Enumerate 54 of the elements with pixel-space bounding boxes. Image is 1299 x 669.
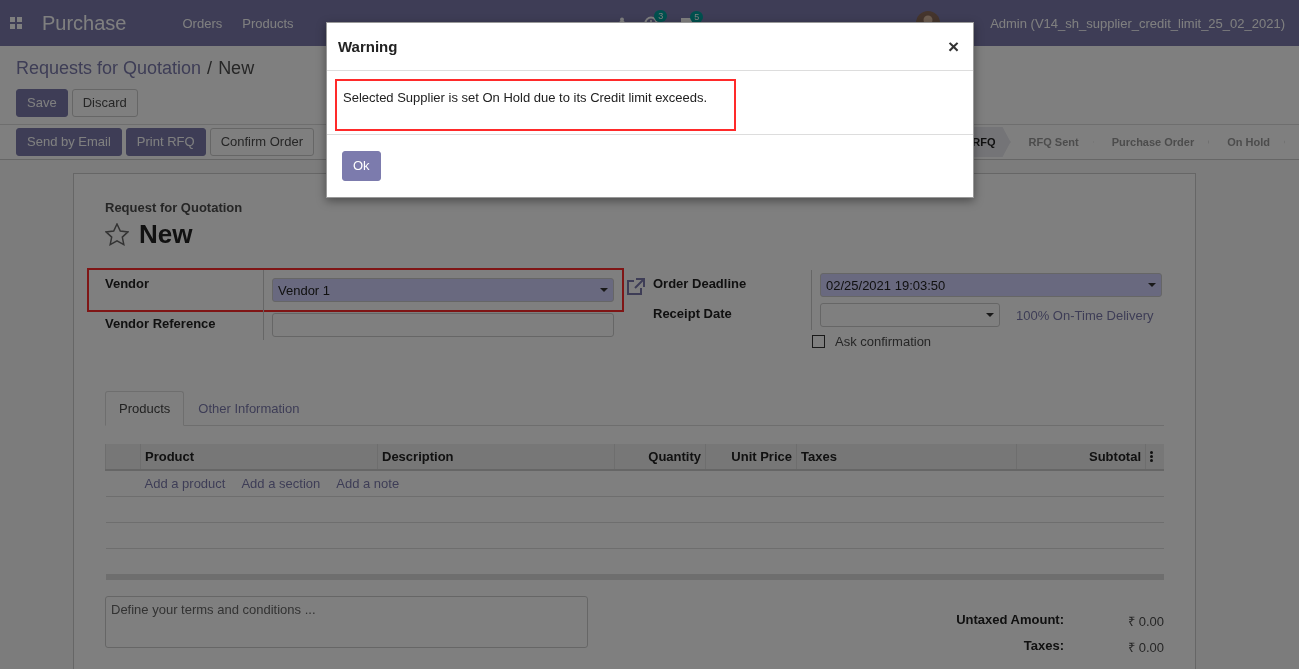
caret-icon xyxy=(986,313,994,317)
column-header[interactable]: Subtotal xyxy=(1016,444,1146,470)
document-type: Request for Quotation xyxy=(105,200,244,215)
action-button[interactable]: Send by Email xyxy=(16,128,122,156)
on-time-link[interactable]: 100% On-Time Delivery xyxy=(1016,307,1154,323)
action-button[interactable]: Print RFQ xyxy=(125,128,206,156)
column-header[interactable]: Description xyxy=(377,444,615,470)
discard-button[interactable]: Discard xyxy=(71,89,138,117)
breadcrumb-link[interactable]: Requests for Quotation xyxy=(16,58,202,79)
count-badge: 5 xyxy=(690,10,704,23)
user-menu[interactable]: Admin (V14_sh_supplier_credit_limit_25_02_2021) xyxy=(990,15,1285,31)
star-icon[interactable] xyxy=(105,223,129,246)
add-line-link[interactable]: Add a product xyxy=(144,476,226,491)
action-button[interactable]: Confirm Order xyxy=(209,128,314,156)
field-label: Vendor Reference xyxy=(105,315,217,331)
add-line-link[interactable]: Add a section xyxy=(241,476,321,491)
caret-icon xyxy=(1148,283,1156,287)
terms-field[interactable]: Define your terms and conditions ... xyxy=(105,596,588,648)
date-field[interactable] xyxy=(820,303,1000,327)
count-badge: 3 xyxy=(654,10,668,22)
field-label: Order Deadline xyxy=(653,275,748,291)
field-label: Receipt Date xyxy=(653,305,733,321)
dialog-title: Warning xyxy=(338,38,398,55)
column-header[interactable]: Product xyxy=(140,444,378,470)
record-title: New xyxy=(139,219,193,250)
kebab-icon[interactable] xyxy=(1150,451,1153,462)
menu-item[interactable]: Orders xyxy=(182,15,223,31)
breadcrumb-separator: / xyxy=(207,58,213,79)
ok-button[interactable]: Ok xyxy=(342,151,381,181)
checkbox-label: Ask confirmation xyxy=(835,334,932,349)
warning-message: Selected Supplier is set On Hold due to its Credit limit exceeds. xyxy=(343,90,708,105)
caret-icon xyxy=(600,288,608,292)
close-button[interactable]: × xyxy=(947,35,959,58)
field-label: Vendor xyxy=(105,275,151,291)
apps-menu-icon[interactable] xyxy=(10,17,22,29)
breadcrumb-current: New xyxy=(218,58,255,79)
total-value: ₹ 0.00 xyxy=(1127,639,1164,656)
total-label: Taxes: xyxy=(1022,638,1065,655)
column-header[interactable]: Unit Price xyxy=(705,444,797,470)
column-header[interactable]: Taxes xyxy=(796,444,1017,470)
total-value: ₹ 0.00 xyxy=(1127,613,1164,630)
total-label: Untaxed Amount: xyxy=(956,612,1065,629)
external-link-icon[interactable] xyxy=(626,278,645,296)
checkbox[interactable] xyxy=(812,335,825,348)
save-button[interactable]: Save xyxy=(16,89,68,117)
menu-item[interactable]: Products xyxy=(242,15,294,31)
text-field[interactable] xyxy=(272,313,614,337)
tab[interactable]: Products xyxy=(105,391,185,426)
app-title[interactable]: Purchase xyxy=(42,11,127,35)
add-line-link[interactable]: Add a note xyxy=(336,476,400,491)
vendor-field[interactable]: Vendor 1 xyxy=(272,278,614,302)
column-header[interactable]: Quantity xyxy=(614,444,706,470)
tab[interactable]: Other Information xyxy=(184,391,314,426)
date-field[interactable]: 02/25/2021 19:03:50 xyxy=(820,273,1162,297)
